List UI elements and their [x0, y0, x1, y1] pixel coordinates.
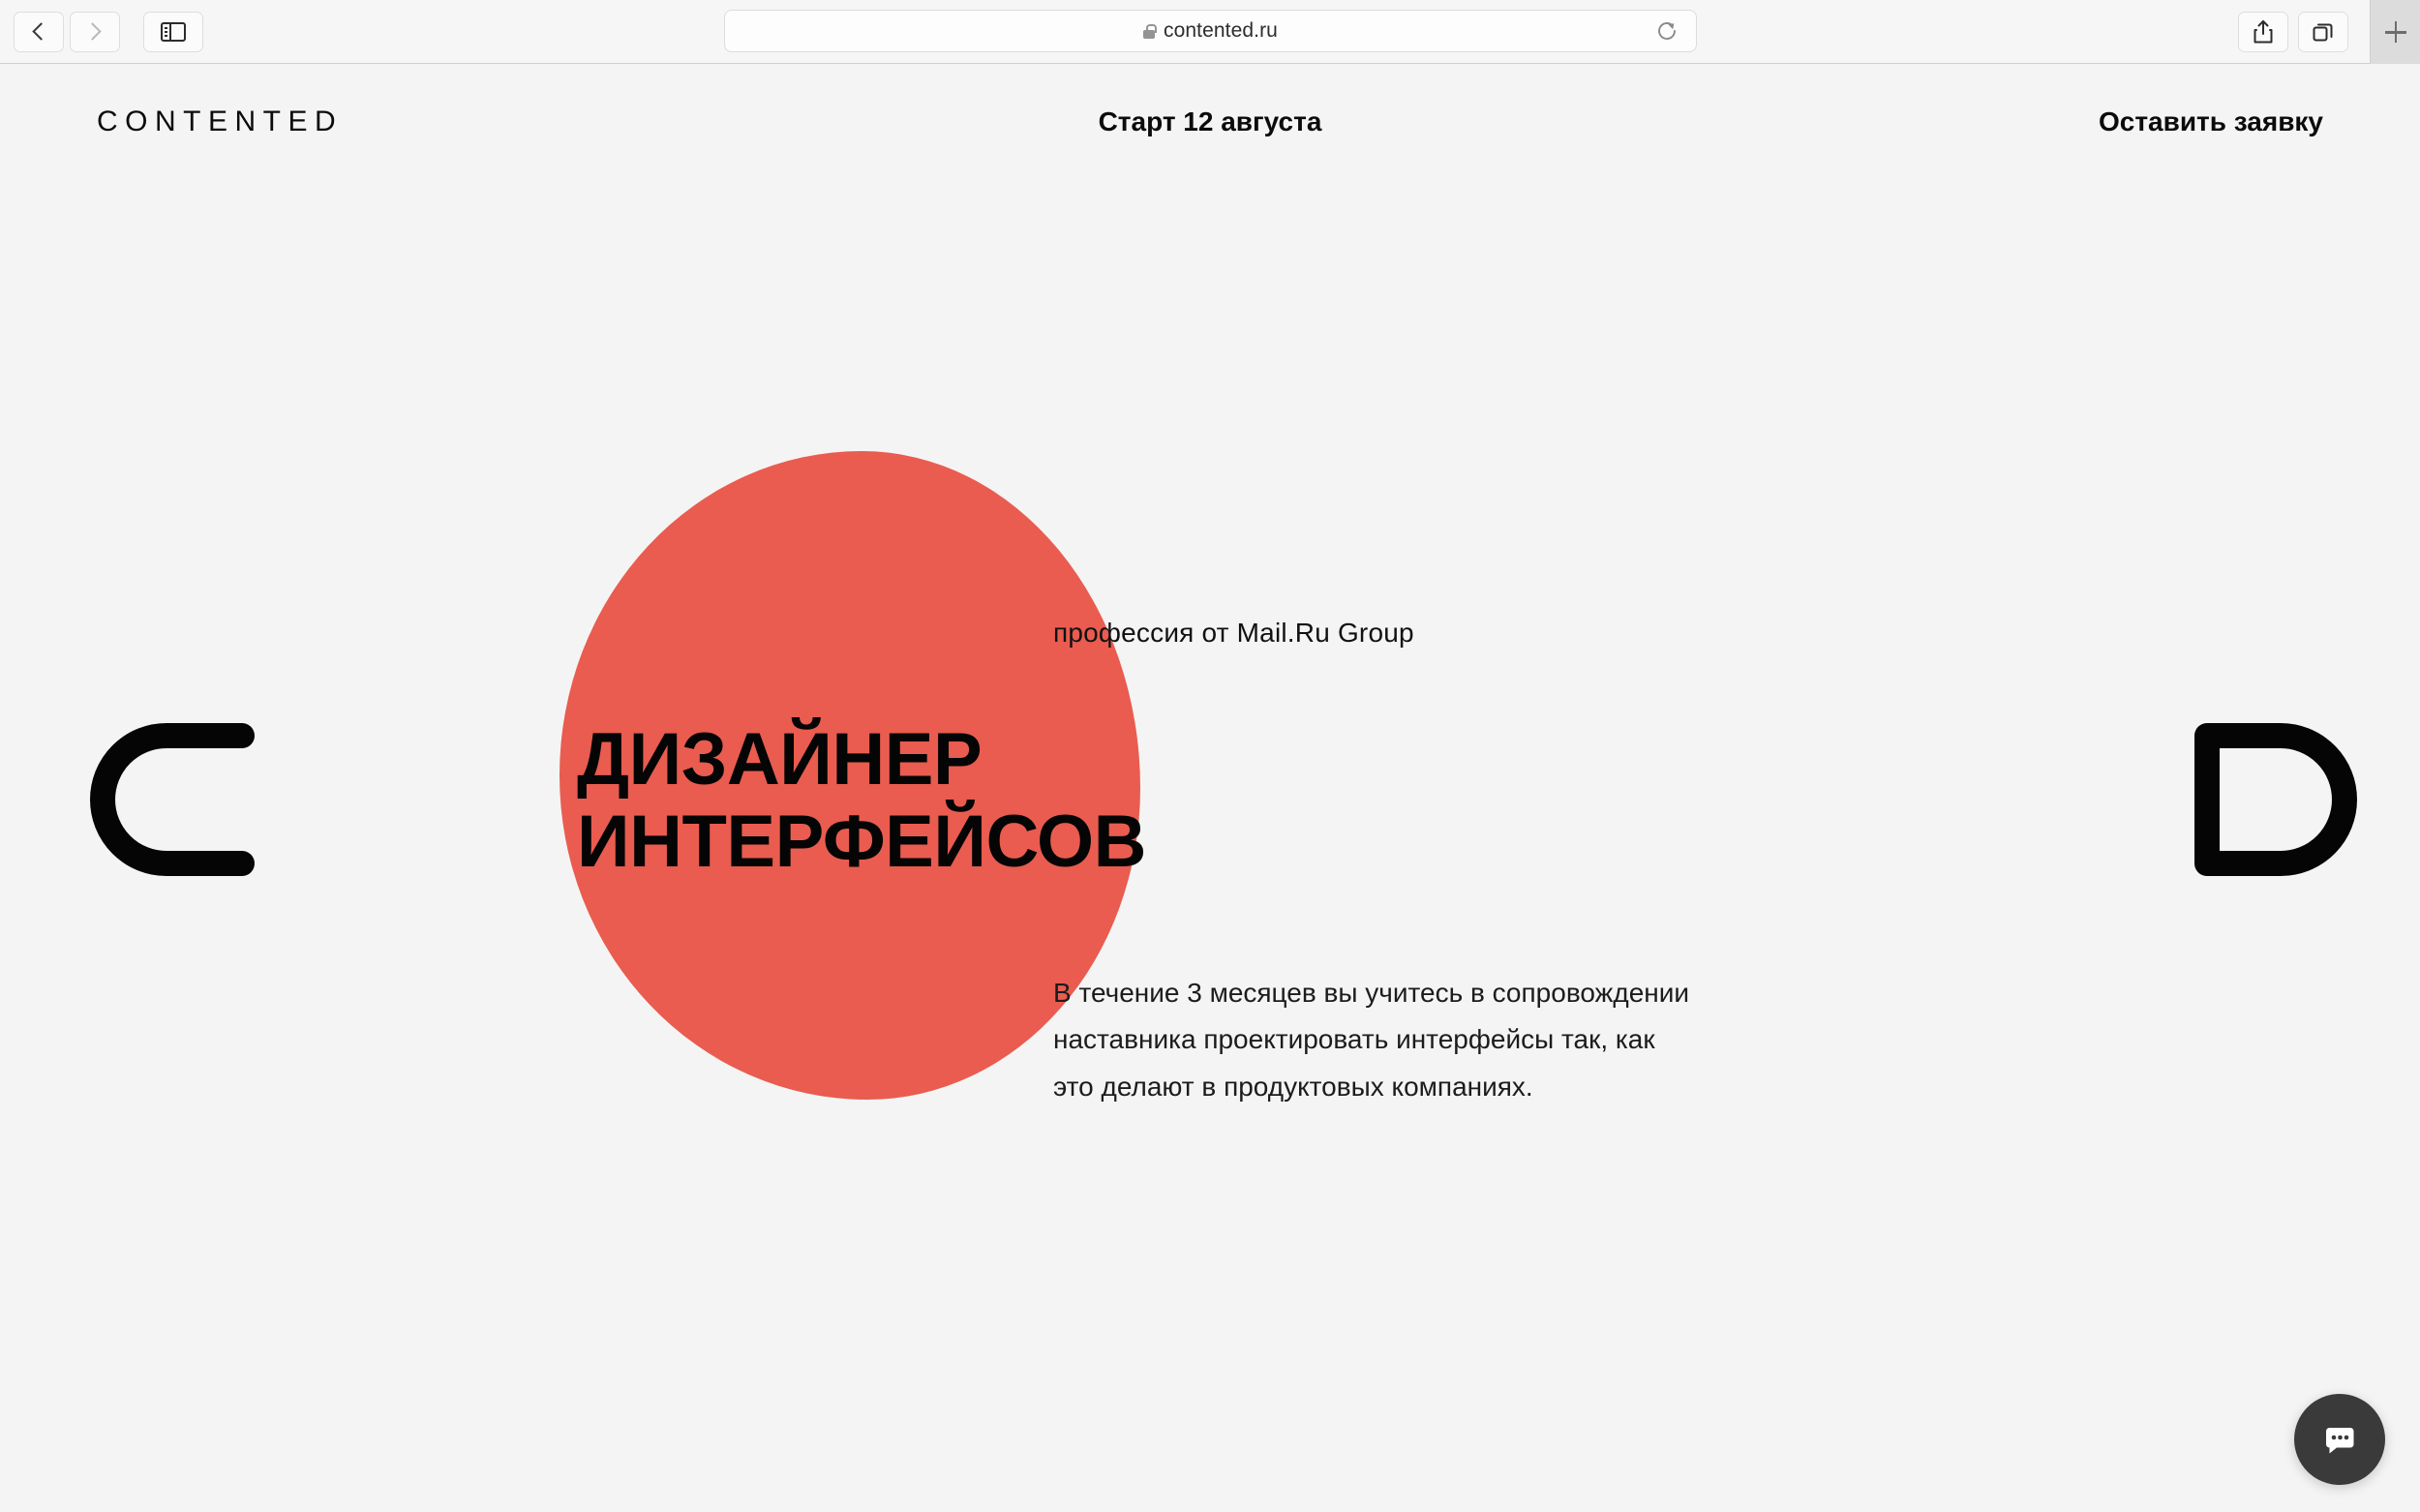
chat-button[interactable] [2294, 1394, 2385, 1485]
back-button[interactable] [14, 11, 64, 52]
chat-bubble-icon [2326, 1428, 2354, 1454]
reload-icon[interactable] [1655, 19, 1679, 43]
share-button[interactable] [2238, 12, 2288, 52]
lock-icon [1143, 23, 1157, 39]
navigation-buttons [14, 11, 120, 52]
share-icon [2254, 20, 2273, 44]
tabs-overview-icon [2313, 23, 2333, 42]
hero-eyebrow: профессия от Mail.Ru Group [1053, 618, 1414, 648]
site-header: CONTENTED Старт 12 августа Оставить заяв… [0, 64, 2420, 180]
decoration-letter-d [2180, 703, 2374, 901]
chevron-left-icon [32, 22, 50, 41]
start-date-label[interactable]: Старт 12 августа [1099, 106, 1322, 137]
page-title: ДИЗАЙНЕР ИНТЕРФЕЙСОВ [577, 718, 1147, 884]
url-field[interactable]: contented.ru [724, 10, 1697, 52]
page-content: CONTENTED Старт 12 августа Оставить заяв… [0, 64, 2420, 1512]
forward-button[interactable] [70, 11, 120, 52]
sidebar-toggle-button[interactable] [143, 11, 203, 52]
chevron-right-icon [83, 22, 102, 41]
tabs-overview-button[interactable] [2298, 12, 2348, 52]
toolbar-left-group [0, 11, 203, 52]
url-text: contented.ru [1164, 19, 1278, 42]
site-logo[interactable]: CONTENTED [97, 106, 343, 138]
new-tab-button[interactable] [2370, 0, 2420, 64]
browser-toolbar: contented.ru [0, 0, 2420, 64]
plus-icon [2384, 21, 2406, 43]
sidebar-icon [161, 21, 186, 42]
hero-description: В течение 3 месяцев вы учитесь в сопрово… [1053, 978, 1690, 1102]
decoration-letter-c [77, 703, 271, 901]
toolbar-right-group [2238, 0, 2420, 64]
url-content: contented.ru [1143, 19, 1278, 43]
address-bar[interactable]: contented.ru [724, 10, 1697, 52]
apply-link[interactable]: Оставить заявку [2099, 106, 2323, 137]
hero-section: профессия от Mail.Ru Group ДИЗАЙНЕР ИНТЕ… [577, 451, 2021, 1110]
